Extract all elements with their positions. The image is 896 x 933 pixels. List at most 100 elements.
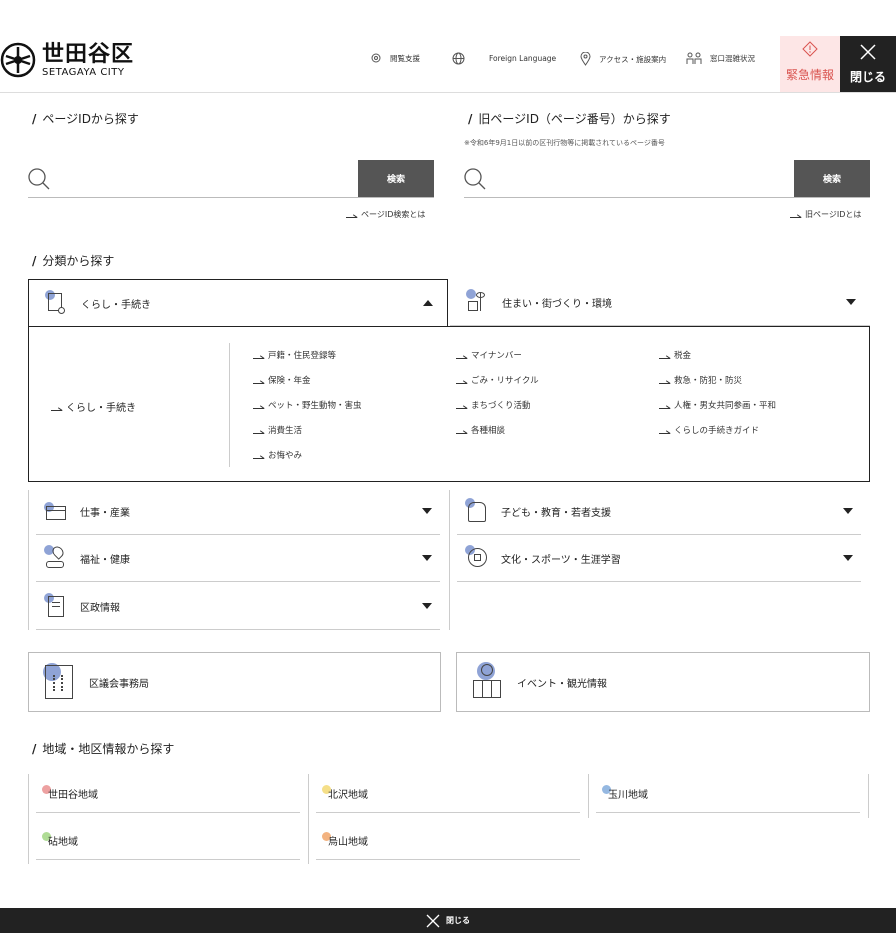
category-label: 文化・スポーツ・生涯学習 <box>501 554 621 566</box>
close-menu-button[interactable]: 閉じる <box>840 36 896 92</box>
backpack-icon <box>465 498 489 524</box>
chevron-down-icon <box>422 508 432 514</box>
chevron-down-icon <box>422 555 432 561</box>
sub-link[interactable]: ごみ・リサイクル <box>456 374 539 386</box>
category-label: 子ども・教育・若者支援 <box>501 507 611 519</box>
ball-icon <box>465 545 489 571</box>
chevron-down-icon <box>843 508 853 514</box>
region-setagaya[interactable]: 世田谷地域 <box>36 775 300 813</box>
region-tamagawa[interactable]: 玉川地域 <box>596 775 860 813</box>
region-heading: / 地域・地区情報から探す <box>32 742 175 756</box>
emergency-label: 緊急情報 <box>785 68 834 82</box>
event-tourism-link[interactable]: イベント・観光情報 <box>456 652 870 712</box>
sub-link[interactable]: 税金 <box>659 349 691 361</box>
category-welfare[interactable]: 福祉・健康 <box>36 535 440 582</box>
building-doc-icon <box>44 593 68 619</box>
footer-close-label: 閉じる <box>446 916 470 925</box>
city-emblem-icon <box>0 42 36 78</box>
emergency-button[interactable]: 緊急情報 <box>780 36 840 92</box>
category-label: 福祉・健康 <box>80 554 130 566</box>
building-icon <box>43 663 75 701</box>
category-label: くらし・手続き <box>81 299 151 311</box>
access-link[interactable]: アクセス・施設案内 <box>580 52 666 66</box>
counter-status-link[interactable]: 窓口混雑状況 <box>686 52 755 65</box>
region-label: 玉川地域 <box>608 790 648 801</box>
close-icon <box>426 914 440 927</box>
warning-icon <box>802 41 818 57</box>
map-person-icon <box>471 662 503 702</box>
heart-hand-icon <box>44 544 68 571</box>
globe-icon <box>452 52 465 65</box>
sub-link[interactable]: 各種相談 <box>456 424 505 436</box>
sub-link[interactable]: 人権・男女共同参画・平和 <box>659 399 776 411</box>
old-page-id-search-button[interactable]: 検索 <box>794 160 870 197</box>
panel-main-link[interactable]: くらし・手続き <box>51 399 136 414</box>
category-housing[interactable]: 住まい・街づくり・環境 <box>450 279 870 326</box>
region-label: 北沢地域 <box>328 790 368 801</box>
category-expanded-panel: くらし・手続き 戸籍・住民登録等 マイナンバー 税金 保険・年金 ごみ・リサイク… <box>28 326 870 482</box>
site-logo[interactable]: 世田谷区 SETAGAYA CITY <box>0 42 134 78</box>
close-icon <box>860 44 876 60</box>
chevron-down-icon <box>846 299 856 305</box>
sub-link[interactable]: 救急・防犯・防災 <box>659 374 742 386</box>
page-id-input[interactable] <box>58 166 348 192</box>
old-page-id-heading: / 旧ページID（ページ番号）から探す <box>468 112 671 126</box>
category-government[interactable]: 区政情報 <box>36 583 440 630</box>
chevron-down-icon <box>843 555 853 561</box>
sub-link[interactable]: 消費生活 <box>253 424 302 436</box>
sub-link[interactable]: 保険・年金 <box>253 374 311 386</box>
search-icon <box>28 168 50 190</box>
page-id-search: 検索 <box>28 160 434 198</box>
page-id-search-button[interactable]: 検索 <box>358 160 434 197</box>
old-page-id-input[interactable] <box>494 166 784 192</box>
house-tree-icon <box>466 289 490 315</box>
old-page-id-help-link[interactable]: 旧ページIDとは <box>790 209 861 220</box>
chevron-down-icon <box>422 603 432 609</box>
council-office-link[interactable]: 区議会事務局 <box>28 652 441 712</box>
region-karasuyama[interactable]: 烏山地域 <box>316 822 580 860</box>
people-icon <box>686 52 702 64</box>
access-label: アクセス・施設案内 <box>599 54 667 64</box>
region-label: 世田谷地域 <box>48 790 98 801</box>
sub-link[interactable]: まちづくり活動 <box>456 399 531 411</box>
location-pin-icon <box>580 52 591 66</box>
logo-subtitle: SETAGAYA CITY <box>42 66 125 78</box>
language-label: Foreign Language <box>489 54 557 63</box>
category-work[interactable]: 仕事・産業 <box>36 488 440 535</box>
accessibility-link[interactable]: 閲覧支援 <box>370 52 420 64</box>
chevron-up-icon <box>423 300 433 306</box>
gear-icon <box>371 53 381 63</box>
sub-link[interactable]: マイナンバー <box>456 349 522 361</box>
page-id-heading: / ページIDから探す <box>32 112 139 126</box>
council-office-label: 区議会事務局 <box>89 678 149 690</box>
site-header: 世田谷区 SETAGAYA CITY 閲覧支援 Foreign Language… <box>0 36 896 93</box>
close-menu-footer-button[interactable]: 閉じる <box>0 908 896 933</box>
region-kitazawa[interactable]: 北沢地域 <box>316 775 580 813</box>
category-label: 区政情報 <box>80 602 120 614</box>
sub-link[interactable]: くらしの手続きガイド <box>659 424 759 436</box>
close-label: 閉じる <box>849 70 886 84</box>
region-label: 烏山地域 <box>328 837 368 848</box>
sub-link[interactable]: ペット・野生動物・害虫 <box>253 399 362 411</box>
category-heading: / 分類から探す <box>32 254 115 268</box>
category-label: 仕事・産業 <box>80 507 130 519</box>
sub-link[interactable]: 戸籍・住民登録等 <box>253 349 336 361</box>
category-life-procedures[interactable]: くらし・手続き <box>28 279 448 326</box>
old-page-id-note: ※令和6年9月1日以前の区刊行物等に掲載されているページ番号 <box>464 139 665 147</box>
category-children[interactable]: 子ども・教育・若者支援 <box>457 488 861 535</box>
sub-link[interactable]: お悔やみ <box>253 449 302 461</box>
category-label: 住まい・街づくり・環境 <box>502 298 612 310</box>
region-kinuta[interactable]: 砧地域 <box>36 822 300 860</box>
logo-title: 世田谷区 <box>42 41 135 67</box>
briefcase-icon <box>44 498 68 524</box>
counter-status-label: 窓口混雑状況 <box>710 54 755 63</box>
language-link[interactable]: Foreign Language <box>452 52 556 65</box>
document-icon <box>45 290 69 316</box>
accessibility-label: 閲覧支援 <box>390 53 420 63</box>
region-label: 砧地域 <box>48 837 78 848</box>
old-page-id-search: 検索 <box>464 160 870 198</box>
page-id-help-link[interactable]: ページID検索とは <box>346 209 425 220</box>
event-tourism-label: イベント・観光情報 <box>517 678 607 690</box>
category-culture[interactable]: 文化・スポーツ・生涯学習 <box>457 535 861 582</box>
search-icon <box>464 168 486 190</box>
